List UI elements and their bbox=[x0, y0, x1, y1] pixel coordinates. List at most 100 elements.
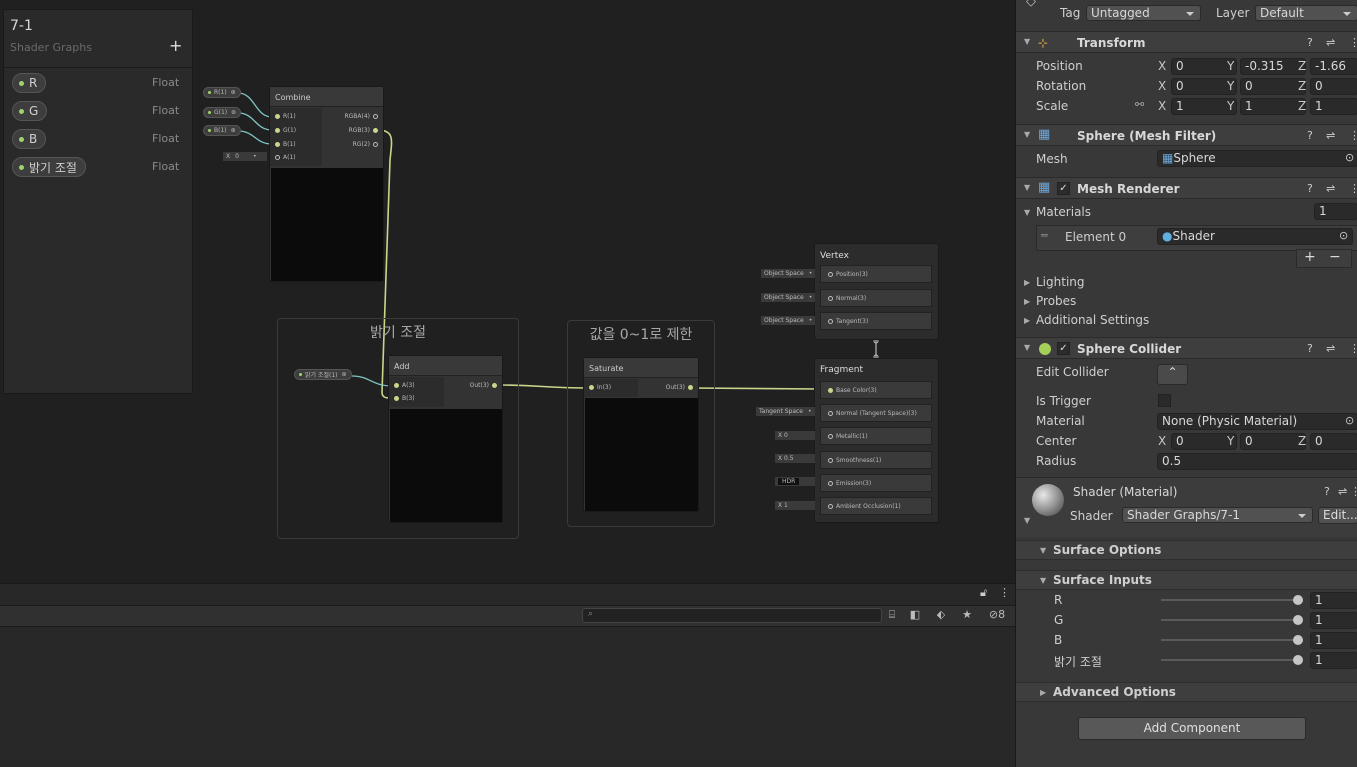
lock-icon[interactable]: 🔓︎ bbox=[980, 586, 987, 600]
surface-inputs-foldout[interactable]: Surface Inputs bbox=[1053, 573, 1152, 587]
sphere-collider-header[interactable]: ▼ ✓ Sphere Collider ? ⇌ ⋮ bbox=[1016, 337, 1357, 359]
smoothness-field[interactable]: X 0.5 bbox=[775, 454, 815, 463]
rotation-y[interactable]: 0 bbox=[1240, 78, 1306, 95]
position-y[interactable]: -0.315 bbox=[1240, 58, 1306, 75]
add-element-button[interactable]: + bbox=[1304, 249, 1316, 265]
fragment-block[interactable]: Fragment Base Color(3) Normal (Tangent S… bbox=[814, 358, 939, 523]
transform-header[interactable]: ▼ ⊹ Transform ? ⇌ ⋮ bbox=[1016, 31, 1357, 53]
center-z[interactable]: 0 bbox=[1310, 433, 1357, 450]
saturate-node[interactable]: Saturate In(3) Out(3) bbox=[583, 357, 699, 512]
fragment-ao[interactable]: Ambient Occlusion(1) bbox=[820, 497, 932, 515]
fragment-metallic[interactable]: Metallic(1) bbox=[820, 427, 932, 445]
more-menu-icon[interactable]: ⋮ bbox=[999, 586, 1010, 599]
g-slider[interactable] bbox=[1161, 619, 1298, 621]
add-node[interactable]: Add A(3) B(3) Out(3) bbox=[388, 355, 503, 523]
layer-dropdown[interactable]: Default bbox=[1255, 5, 1357, 21]
slider-handle[interactable] bbox=[1293, 595, 1303, 605]
enabled-checkbox[interactable]: ✓ bbox=[1057, 182, 1070, 195]
property-node-b[interactable]: B(1) ⊛ bbox=[203, 125, 241, 136]
object-picker-icon[interactable]: ⊙ bbox=[1345, 414, 1354, 427]
scale-z[interactable]: 1 bbox=[1310, 98, 1357, 115]
radius-field[interactable]: 0.5 bbox=[1157, 453, 1357, 470]
b-slider[interactable] bbox=[1161, 639, 1298, 641]
materials-label[interactable]: Materials bbox=[1036, 205, 1091, 219]
metallic-field[interactable]: X 0 bbox=[775, 431, 815, 440]
element-material-field[interactable]: ●Shader bbox=[1157, 228, 1353, 245]
drag-handle-icon[interactable]: ═ bbox=[1041, 229, 1048, 242]
collapse-icon[interactable]: ▼ bbox=[1024, 516, 1030, 525]
property-node-g[interactable]: G(1) ⊛ bbox=[203, 107, 242, 118]
emission-field[interactable]: HDR bbox=[775, 477, 815, 486]
object-picker-icon[interactable]: ⊙ bbox=[1339, 229, 1348, 242]
slider-handle[interactable] bbox=[1293, 615, 1303, 625]
mesh-field[interactable]: ▦Sphere bbox=[1157, 150, 1357, 167]
filter-type-icon[interactable]: ◧ bbox=[906, 608, 924, 624]
fragment-base-color[interactable]: Base Color(3) bbox=[820, 381, 932, 399]
property-node-brightness[interactable]: 밝기 조절(1) ⊛ bbox=[294, 369, 352, 380]
more-icon[interactable]: ⋮ bbox=[1350, 485, 1357, 498]
position-z[interactable]: -1.66 bbox=[1310, 58, 1357, 75]
edit-collider-button[interactable]: ⌃ bbox=[1157, 364, 1188, 385]
shader-graph-canvas[interactable]: 7-1 Shader Graphs + R Float G Float B Fl… bbox=[0, 0, 1015, 583]
shader-dropdown[interactable]: Shader Graphs/7-1 bbox=[1122, 507, 1313, 523]
link-icon[interactable]: ⚯ bbox=[1135, 98, 1144, 111]
help-icon[interactable]: ? bbox=[1324, 485, 1330, 498]
rotation-z[interactable]: 0 bbox=[1310, 78, 1357, 95]
slider-handle[interactable] bbox=[1293, 655, 1303, 665]
property-pill[interactable]: B bbox=[12, 129, 47, 149]
scale-y[interactable]: 1 bbox=[1240, 98, 1306, 115]
vertex-position[interactable]: Position(3) bbox=[820, 265, 932, 283]
b-value[interactable]: 1 bbox=[1310, 632, 1357, 649]
property-pill[interactable]: G bbox=[12, 101, 48, 121]
vertex-tangent[interactable]: Tangent(3) bbox=[820, 312, 932, 330]
is-trigger-checkbox[interactable] bbox=[1158, 394, 1171, 407]
favorite-icon[interactable]: ★ bbox=[958, 608, 976, 624]
property-node-r[interactable]: R(1) ⊛ bbox=[203, 87, 241, 98]
preset-icon[interactable]: ⇌ bbox=[1338, 485, 1347, 498]
property-pill[interactable]: 밝기 조절 bbox=[12, 157, 86, 177]
fragment-normal[interactable]: Normal (Tangent Space)(3) bbox=[820, 404, 932, 422]
fragment-smoothness[interactable]: Smoothness(1) bbox=[820, 451, 932, 469]
search-input[interactable]: ⌕ bbox=[582, 608, 882, 623]
brightness-value[interactable]: 1 bbox=[1310, 652, 1357, 669]
fragment-emission[interactable]: Emission(3) bbox=[820, 474, 932, 492]
r-value[interactable]: 1 bbox=[1310, 592, 1357, 609]
mesh-renderer-header[interactable]: ▼ ▦ ✓ Mesh Renderer ? ⇌ ⋮ bbox=[1016, 177, 1357, 199]
physic-material-field[interactable]: None (Physic Material) bbox=[1157, 413, 1357, 430]
search-options-icon[interactable]: ⌸ bbox=[883, 608, 901, 624]
space-dropdown[interactable]: Object Space • bbox=[761, 316, 816, 325]
mesh-filter-header[interactable]: ▼ ▦ Sphere (Mesh Filter) ? ⇌ ⋮ bbox=[1016, 124, 1357, 146]
filter-label-icon[interactable]: ⬖ bbox=[932, 608, 950, 624]
property-type: Float bbox=[152, 76, 180, 89]
probes-foldout[interactable]: Probes bbox=[1036, 294, 1076, 308]
add-component-button[interactable]: Add Component bbox=[1078, 717, 1306, 740]
property-type: Float bbox=[152, 160, 180, 173]
advanced-options-foldout[interactable]: Advanced Options bbox=[1053, 685, 1176, 699]
tag-dropdown[interactable]: Untagged bbox=[1086, 5, 1201, 21]
space-dropdown[interactable]: Object Space • bbox=[761, 293, 816, 302]
property-pill[interactable]: R bbox=[12, 73, 47, 93]
object-picker-icon[interactable]: ⊙ bbox=[1345, 151, 1354, 164]
remove-element-button[interactable]: − bbox=[1329, 249, 1341, 265]
enabled-checkbox[interactable]: ✓ bbox=[1057, 342, 1070, 355]
space-dropdown[interactable]: Object Space • bbox=[761, 269, 816, 278]
combine-node[interactable]: Combine R(1) G(1) B(1) A(1) RGBA(4) RGB(… bbox=[269, 86, 384, 282]
slider-handle[interactable] bbox=[1293, 635, 1303, 645]
add-property-button[interactable]: + bbox=[169, 36, 182, 55]
ao-field[interactable]: X 1 bbox=[775, 501, 815, 510]
center-y[interactable]: 0 bbox=[1240, 433, 1306, 450]
brightness-slider[interactable] bbox=[1161, 659, 1298, 661]
materials-count[interactable]: 1 bbox=[1314, 203, 1357, 220]
space-dropdown[interactable]: Tangent Space • bbox=[756, 407, 815, 416]
vertex-block[interactable]: Vertex Position(3) Normal(3) Tangent(3) bbox=[814, 243, 939, 340]
hidden-packages-icon[interactable]: ⊘8 bbox=[984, 608, 1010, 624]
lighting-foldout[interactable]: Lighting bbox=[1036, 275, 1085, 289]
additional-settings-foldout[interactable]: Additional Settings bbox=[1036, 313, 1149, 327]
surface-options-foldout[interactable]: Surface Options bbox=[1053, 543, 1161, 557]
g-value[interactable]: 1 bbox=[1310, 612, 1357, 629]
edit-shader-button[interactable]: Edit... bbox=[1318, 507, 1357, 524]
help-icon: ? bbox=[1307, 182, 1313, 195]
vertex-normal[interactable]: Normal(3) bbox=[820, 289, 932, 307]
r-slider[interactable] bbox=[1161, 599, 1298, 601]
a-default-field[interactable]: X 0 • bbox=[223, 152, 267, 161]
